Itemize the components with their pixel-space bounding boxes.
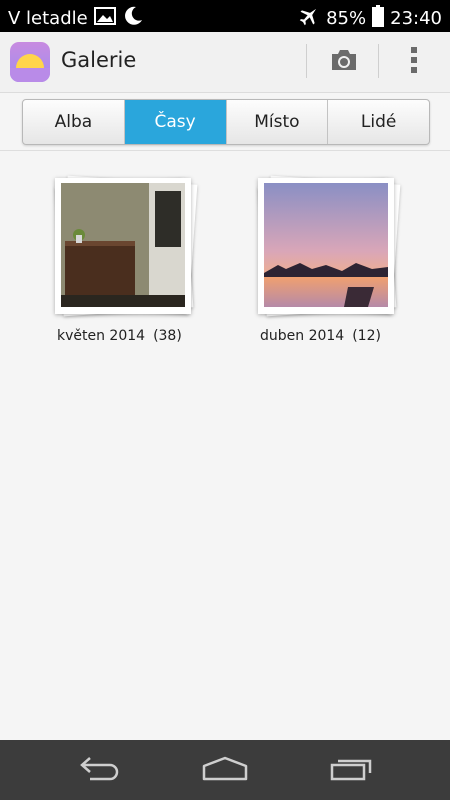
recent-apps-icon	[329, 755, 375, 785]
tab-misto[interactable]: Místo	[227, 100, 329, 144]
album-stack	[248, 175, 428, 326]
status-time: 23:40	[390, 7, 442, 29]
view-tabs: Alba Časy Místo Lidé	[22, 99, 430, 145]
home-icon	[201, 755, 249, 785]
back-icon	[78, 755, 122, 785]
album-label: duben 2014 (12)	[260, 328, 381, 344]
camera-button[interactable]	[323, 44, 365, 80]
album-name: duben 2014	[260, 328, 345, 344]
recent-apps-button[interactable]	[324, 752, 380, 788]
app-title: Galerie	[61, 48, 137, 72]
album-photo	[61, 183, 185, 307]
action-divider	[378, 44, 379, 78]
status-bar: V letadle 85% 23:40	[0, 0, 450, 32]
tab-lide[interactable]: Lidé	[328, 100, 429, 144]
album-thumbnail[interactable]	[258, 178, 394, 314]
gallery-app-icon[interactable]	[10, 42, 50, 82]
album-count: (12)	[352, 328, 381, 344]
tab-casy[interactable]: Časy	[124, 100, 227, 144]
action-divider	[306, 44, 307, 78]
home-button[interactable]	[197, 752, 253, 788]
album-count: (38)	[153, 328, 182, 344]
battery-icon	[372, 5, 385, 32]
album-photo	[264, 183, 388, 307]
overflow-menu-icon	[410, 46, 418, 78]
airplane-icon	[298, 5, 320, 32]
content-divider	[0, 150, 450, 151]
image-icon	[93, 7, 116, 30]
album-label: květen 2014 (38)	[57, 328, 182, 344]
tab-alba[interactable]: Alba	[23, 100, 125, 144]
album-stack	[45, 175, 225, 326]
action-bar: Galerie	[0, 32, 450, 93]
moon-icon	[122, 5, 144, 32]
album-name: květen 2014	[57, 328, 146, 344]
overflow-menu-button[interactable]	[396, 42, 432, 82]
album-thumbnail[interactable]	[55, 178, 191, 314]
battery-percent: 85%	[326, 7, 367, 29]
camera-icon	[329, 48, 359, 76]
status-carrier-text: V letadle	[8, 7, 88, 29]
back-button[interactable]	[72, 752, 128, 788]
navigation-bar	[0, 740, 450, 800]
